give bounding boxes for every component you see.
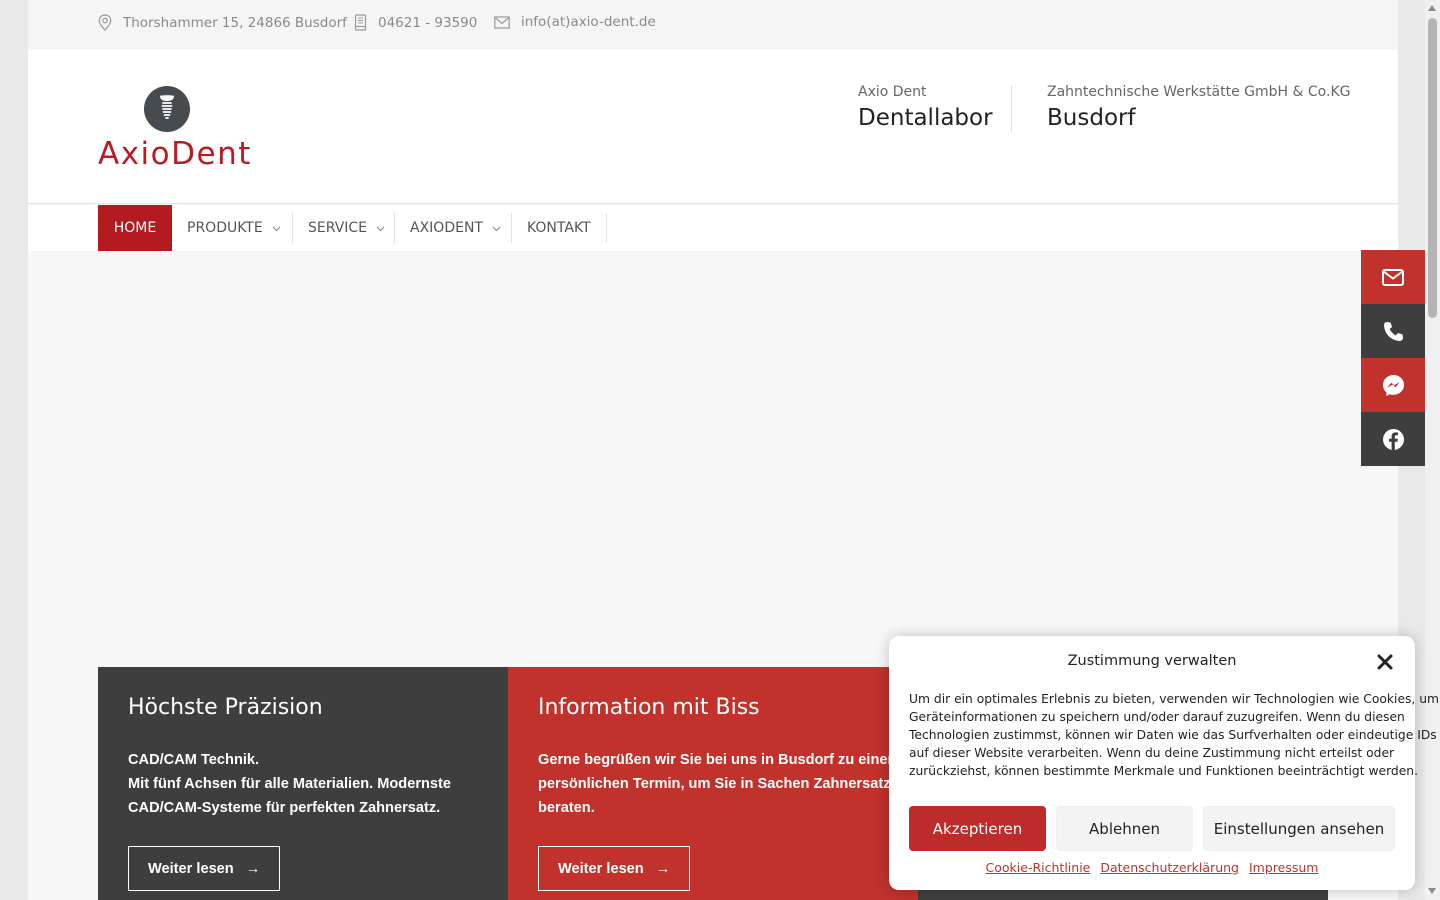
- site-logo[interactable]: AxioDent: [98, 86, 250, 176]
- map-pin-icon: [98, 14, 112, 31]
- header-info-small: Zahntechnische Werkstätte GmbH & Co.KG: [1047, 84, 1351, 100]
- email-text: info(at)axio-dent.de: [521, 14, 656, 30]
- deny-button[interactable]: Ablehnen: [1056, 806, 1193, 851]
- page-scrollbar[interactable]: [1425, 0, 1440, 900]
- nav-item-service[interactable]: SERVICE: [308, 205, 385, 251]
- arrow-right-icon: →: [655, 860, 671, 877]
- nav-separator: [511, 213, 512, 243]
- feature-box-precision: Höchste Präzision CAD/CAM Technik. Mit f…: [98, 667, 508, 900]
- address-item: Thorshammer 15, 24866 Busdorf: [98, 14, 347, 31]
- cookie-text-line: Geräteinformationen zu speichern und/ode…: [909, 710, 1405, 724]
- address-text: Thorshammer 15, 24866 Busdorf: [123, 14, 347, 31]
- feature-box-line: beraten.: [538, 800, 595, 816]
- feature-box-line: Gerne begrüßen wir Sie bei uns in Busdor…: [538, 752, 901, 768]
- feature-box-text: Gerne begrüßen wir Sie bei uns in Busdor…: [538, 748, 911, 820]
- cookie-consent-dialog: Zustimmung verwalten Um dir ein optimale…: [889, 636, 1440, 890]
- imprint-link[interactable]: Impressum: [1249, 860, 1318, 875]
- read-more-label: Weiter lesen: [558, 860, 644, 877]
- nav-item-label: AXIODENT: [410, 220, 483, 236]
- read-more-button[interactable]: Weiter lesen →: [538, 846, 691, 891]
- nav-separator: [292, 213, 293, 243]
- main-nav: HOME PRODUKTE SERVICE AXIODENT KONTAKT: [28, 205, 1398, 251]
- header-divider: [1011, 85, 1012, 132]
- scroll-down-icon[interactable]: [1428, 888, 1436, 894]
- cookie-text-line: auf dieser Website verarbeiten. Wenn du …: [909, 746, 1395, 760]
- close-icon: [1377, 654, 1393, 670]
- read-more-label: Weiter lesen: [148, 860, 234, 877]
- nav-item-axiodent[interactable]: AXIODENT: [410, 205, 501, 251]
- email-item[interactable]: info(at)axio-dent.de: [494, 14, 656, 30]
- phone-icon: [1383, 321, 1403, 341]
- facebook-icon: [1382, 428, 1404, 450]
- nav-item-label: SERVICE: [308, 220, 368, 236]
- header-info-big: Busdorf: [1047, 105, 1136, 131]
- facebook-button[interactable]: [1361, 412, 1425, 466]
- feature-box-information: Information mit Biss Gerne begrüßen wir …: [508, 667, 918, 900]
- envelope-icon: [494, 15, 510, 29]
- nav-separator: [606, 213, 607, 243]
- nav-item-label: PRODUKTE: [187, 220, 263, 236]
- feature-box-line: CAD/CAM-Systeme für perfekten Zahnersatz…: [128, 800, 441, 816]
- scrollbar-thumb[interactable]: [1428, 18, 1437, 318]
- accept-button[interactable]: Akzeptieren: [909, 806, 1046, 851]
- read-more-button[interactable]: Weiter lesen →: [128, 846, 281, 891]
- messenger-button[interactable]: [1361, 358, 1425, 412]
- top-bar: Thorshammer 15, 24866 Busdorf 04621 - 93…: [28, 0, 1398, 50]
- header-info-big: Dentallabor: [858, 105, 993, 131]
- feature-box-title: Information mit Biss: [538, 695, 760, 720]
- envelope-icon: [1382, 268, 1404, 286]
- cookie-dialog-text: Um dir ein optimales Erlebnis zu bieten,…: [909, 690, 1440, 780]
- phone-text: 04621 - 93590: [378, 14, 478, 31]
- cookie-dialog-title: Zustimmung verwalten: [1067, 653, 1237, 669]
- cookie-links: Cookie-Richtlinie Datenschutzerklärung I…: [889, 860, 1415, 875]
- phone-button[interactable]: [1361, 304, 1425, 358]
- nav-item-produkte[interactable]: PRODUKTE: [187, 205, 281, 251]
- cookie-text-line: Um dir ein optimales Erlebnis zu bieten,…: [909, 692, 1440, 706]
- email-button[interactable]: [1361, 250, 1425, 304]
- view-preferences-button[interactable]: Einstellungen ansehen: [1203, 806, 1395, 851]
- header-info-company: Zahntechnische Werkstätte GmbH & Co.KG B…: [1047, 84, 1350, 131]
- feature-box-line: Mit fünf Achsen für alle Materialien. Mo…: [128, 776, 452, 792]
- privacy-policy-link[interactable]: Datenschutzerklärung: [1100, 860, 1239, 875]
- feature-box-title: Höchste Präzision: [128, 695, 323, 720]
- mobile-phone-icon: [354, 14, 367, 31]
- implant-icon: [144, 86, 190, 132]
- feature-box-text: CAD/CAM Technik. Mit fünf Achsen für all…: [128, 748, 488, 820]
- logo-text: AxioDent: [98, 136, 252, 172]
- chevron-down-icon: [492, 226, 501, 231]
- cookie-text-line: Technologien zustimmst, können wir Daten…: [909, 728, 1437, 742]
- cookie-text-line: zurückziehst, können bestimmte Merkmale …: [909, 764, 1418, 778]
- chevron-down-icon: [272, 226, 281, 231]
- header-info-lab: Axio Dent Dentallabor: [858, 84, 993, 131]
- site-header: AxioDent Axio Dent Dentallabor Zahntechn…: [28, 50, 1398, 204]
- arrow-right-icon: →: [245, 860, 261, 877]
- nav-item-label: KONTAKT: [527, 220, 591, 236]
- scroll-up-icon[interactable]: [1428, 5, 1436, 11]
- nav-item-label: HOME: [113, 220, 157, 236]
- messenger-icon: [1382, 374, 1404, 396]
- nav-separator: [394, 213, 395, 243]
- close-button[interactable]: [1375, 652, 1395, 672]
- header-info-small: Axio Dent: [858, 84, 927, 100]
- chevron-down-icon: [376, 226, 385, 231]
- nav-item-home[interactable]: HOME: [98, 205, 172, 251]
- floating-contact-bar: [1361, 250, 1425, 466]
- feature-box-line: persönlichen Termin, um Sie in Sachen Za…: [538, 776, 911, 792]
- nav-item-kontakt[interactable]: KONTAKT: [527, 205, 591, 251]
- phone-item[interactable]: 04621 - 93590: [354, 14, 477, 31]
- feature-box-line: CAD/CAM Technik.: [128, 752, 260, 768]
- cookie-policy-link[interactable]: Cookie-Richtlinie: [986, 860, 1091, 875]
